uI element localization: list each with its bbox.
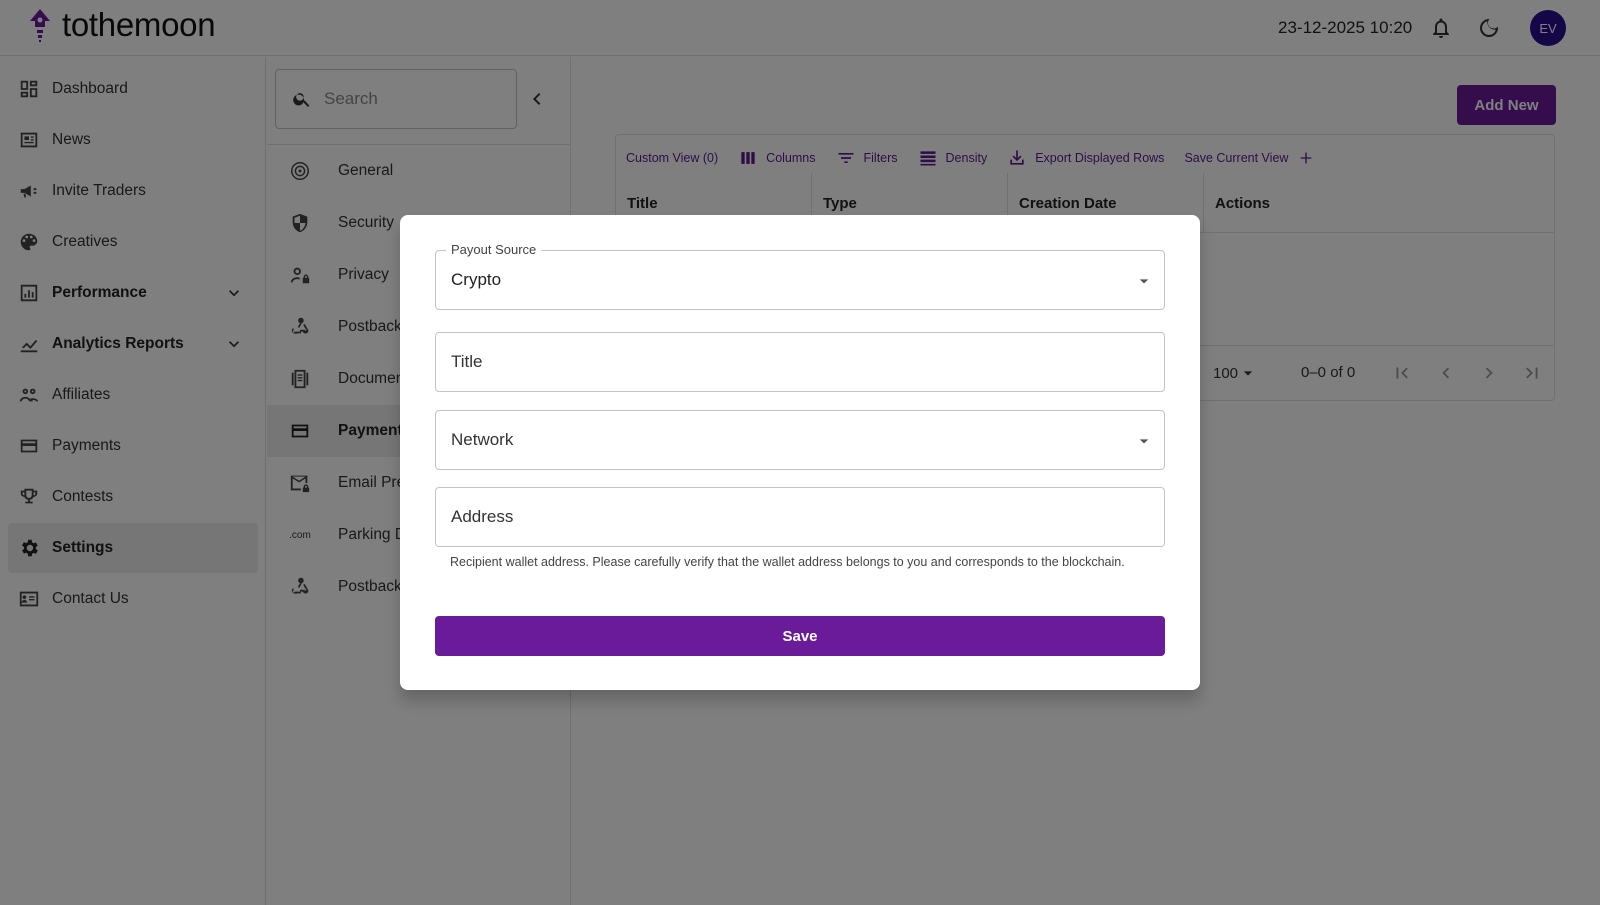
caret-down-icon (1134, 431, 1154, 451)
title-field-placeholder: Title (451, 352, 483, 371)
network-field-placeholder: Network (451, 430, 514, 449)
payout-source-select[interactable]: Payout Source Crypto (435, 242, 1165, 310)
address-helper-text: Recipient wallet address. Please careful… (450, 555, 1125, 569)
network-select[interactable]: Network (435, 410, 1165, 470)
payout-source-label: Payout Source (446, 242, 542, 257)
address-field[interactable]: Address (435, 487, 1165, 547)
address-field-placeholder: Address (451, 507, 514, 526)
caret-down-icon (1134, 271, 1154, 291)
title-field[interactable]: Title (435, 332, 1165, 392)
save-button[interactable]: Save (435, 616, 1165, 656)
payout-source-value: Crypto (451, 270, 502, 289)
add-payout-method-dialog: Payout Source Crypto Title Network Addre… (400, 215, 1200, 690)
